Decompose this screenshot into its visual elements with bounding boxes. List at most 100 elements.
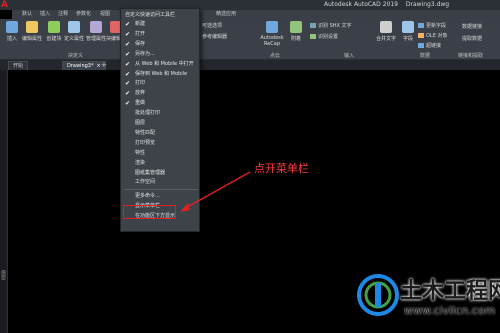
recognize-settings[interactable]: 识别设置 bbox=[310, 33, 338, 40]
left-side-palette[interactable]: 模型 bbox=[0, 70, 8, 333]
menu-item-label: 重做 bbox=[135, 100, 146, 107]
menu-item[interactable]: 批处理打印 bbox=[121, 109, 199, 118]
new-tab-icon[interactable]: + bbox=[101, 60, 107, 70]
menu-item[interactable]: 图纸集管理器 bbox=[121, 169, 199, 178]
combine-text-button[interactable]: 合并文字 bbox=[374, 21, 398, 51]
checkmark-icon: ✔ bbox=[125, 40, 131, 48]
menu-item[interactable]: ✔ 新建 bbox=[121, 20, 199, 29]
menu-item-label: 打印 bbox=[135, 80, 146, 87]
site-watermark: 土木工程网 www.civilcn.com bbox=[356, 271, 500, 329]
tab-default[interactable]: 默认 bbox=[22, 10, 32, 19]
attach-button[interactable]: 附着 bbox=[284, 21, 308, 51]
group-label-block-definition: 块定义 bbox=[68, 53, 84, 59]
create-block-label: 创建块 bbox=[46, 36, 62, 42]
watermark-url: www.civilcn.com bbox=[404, 304, 496, 317]
menu-item[interactable]: ✔ 放弃 bbox=[121, 89, 199, 98]
combine-text-icon bbox=[380, 21, 392, 33]
menu-item-label: 工作空间 bbox=[135, 179, 156, 186]
update-field-icon bbox=[418, 23, 424, 28]
edit-attribute-label: 编辑属性 bbox=[21, 36, 42, 42]
ribbon-panel: 插入 编辑属性 创建块 定义属性 管理属性 块编辑器 块定义 可选选项 参考编辑… bbox=[0, 19, 500, 60]
menu-item-label: 保存到 Web 和 Mobile bbox=[135, 70, 188, 77]
menu-separator bbox=[124, 189, 198, 191]
combine-text-label: 合并文字 bbox=[375, 36, 396, 42]
menu-item-label: 特性 bbox=[135, 149, 146, 156]
create-block-icon bbox=[48, 21, 60, 33]
menu-item[interactable]: 工作空间 bbox=[121, 178, 199, 187]
manage-attribute-label: 管理属性 bbox=[85, 36, 106, 42]
attach-icon bbox=[290, 21, 302, 33]
checkmark-icon: ✔ bbox=[125, 21, 131, 28]
menu-item[interactable]: 特性 bbox=[121, 149, 199, 158]
recognize-settings-icon bbox=[310, 34, 316, 39]
menu-item-label: 打印预览 bbox=[135, 139, 156, 146]
tab-start[interactable]: 开始 bbox=[8, 61, 29, 70]
tab-view[interactable]: 视图 bbox=[100, 10, 110, 19]
menu-item-label: 图纸集管理器 bbox=[135, 169, 166, 176]
menu-item-label: 渲染 bbox=[135, 159, 146, 166]
field-icon bbox=[402, 21, 414, 33]
edit-attribute-button[interactable]: 编辑属性 bbox=[20, 21, 44, 51]
tab-featured-apps[interactable]: 精选应用 bbox=[216, 10, 236, 19]
ole-object-icon bbox=[418, 33, 424, 38]
model-label: 模型 bbox=[0, 270, 6, 280]
recognize-shx-text[interactable]: 识别 SHX 文字 bbox=[310, 22, 352, 29]
group-label-import: 输入 bbox=[344, 53, 355, 59]
app-title: Autodesk AutoCAD 2019 bbox=[324, 1, 398, 8]
insert-block-icon bbox=[6, 21, 18, 33]
file-tab-bar: 开始 Drawing3* × + bbox=[0, 60, 500, 70]
menu-item[interactable]: ✔ 从 Web 和 Mobile 中打开 bbox=[121, 60, 199, 69]
tab-parametric[interactable]: 参数化 bbox=[76, 10, 91, 19]
checkmark-icon: ✔ bbox=[125, 70, 131, 78]
title-bar: A Autodesk AutoCAD 2019 Drawing3.dwg bbox=[0, 0, 500, 10]
menu-item[interactable]: ✔ 保存 bbox=[121, 40, 199, 49]
highlight-box bbox=[123, 205, 176, 219]
menu-item[interactable]: 更多命令... bbox=[121, 192, 199, 201]
checkmark-icon: ✔ bbox=[125, 60, 131, 68]
ole-object[interactable]: OLE 对象 bbox=[418, 32, 447, 39]
define-attribute-button[interactable]: 定义属性 bbox=[62, 21, 86, 51]
recap-button[interactable]: Autodesk ReCap bbox=[258, 21, 286, 51]
hyperlink[interactable]: 超链接 bbox=[418, 42, 441, 49]
watermark-title: 土木工程网 bbox=[400, 279, 500, 304]
menu-item[interactable]: 渲染 bbox=[121, 159, 199, 168]
reference-editor-option[interactable]: 参考编辑器 bbox=[202, 33, 227, 40]
insert-label: 插入 bbox=[6, 36, 17, 42]
menu-item[interactable]: ✔ 保存到 Web 和 Mobile bbox=[121, 70, 199, 79]
checkmark-icon: ✔ bbox=[125, 30, 131, 38]
hyperlink-icon bbox=[418, 43, 424, 48]
update-field[interactable]: 更新字段 bbox=[418, 22, 446, 29]
field-label: 字段 bbox=[402, 36, 413, 42]
adjust-option[interactable]: 可选选项 bbox=[202, 22, 222, 29]
customize-quick-access-menu: 自定义快速访问工具栏 ✔ 新建 ✔ 打开 ✔ 保存 ✔ 另存为... ✔ 从 Web 和 Mobi… bbox=[120, 8, 200, 232]
recap-icon bbox=[266, 21, 278, 33]
checkmark-icon: ✔ bbox=[125, 100, 131, 108]
menu-item[interactable]: ✔ 另存为... bbox=[121, 50, 199, 59]
menu-item[interactable]: ✔ 打印 bbox=[121, 79, 199, 88]
extract-data[interactable]: 提取数据 bbox=[462, 35, 482, 42]
tab-insert[interactable]: 插入 bbox=[40, 10, 50, 19]
menu-item-label: 放弃 bbox=[135, 90, 146, 97]
menu-item-label: 从 Web 和 Mobile 中打开 bbox=[135, 60, 194, 67]
autocad-window: A Autodesk AutoCAD 2019 Drawing3.dwg 默认 … bbox=[0, 0, 500, 333]
menu-item[interactable]: 图层 bbox=[121, 119, 199, 128]
checkmark-icon: ✔ bbox=[125, 90, 131, 98]
tab-annotate[interactable]: 注释 bbox=[58, 10, 68, 19]
menu-item-label: 图层 bbox=[135, 120, 146, 126]
civilcn-logo-icon bbox=[357, 274, 399, 316]
menu-item[interactable]: ✔ 重做 bbox=[121, 99, 199, 108]
group-label-data: 数据 bbox=[420, 53, 431, 59]
menu-item[interactable]: ✔ 打开 bbox=[121, 30, 199, 39]
annotation-text: 点开菜单栏 bbox=[254, 162, 309, 175]
menu-item-label: 打开 bbox=[135, 30, 146, 37]
menu-item-label: 保存 bbox=[135, 40, 146, 47]
menu-item[interactable]: 特性匹配 bbox=[121, 129, 199, 138]
menu-item[interactable]: 打印预览 bbox=[121, 139, 199, 148]
menu-item-label: 批处理打印 bbox=[135, 110, 161, 117]
define-attribute-label: 定义属性 bbox=[63, 36, 84, 42]
data-link[interactable]: 数据链接 bbox=[462, 23, 482, 30]
field-button[interactable]: 字段 bbox=[396, 21, 420, 51]
tab-drawing3[interactable]: Drawing3* × bbox=[62, 61, 106, 70]
menu-title: 自定义快速访问工具栏 bbox=[125, 12, 176, 18]
autocad-logo-icon[interactable]: A bbox=[1, 0, 12, 10]
